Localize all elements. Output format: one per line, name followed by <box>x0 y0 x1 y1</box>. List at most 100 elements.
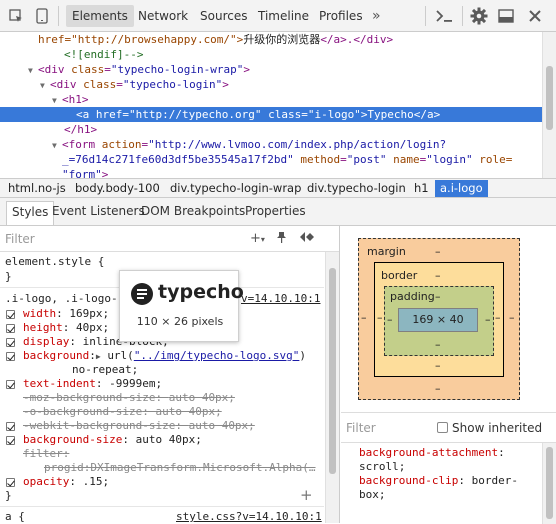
padding-right-value[interactable]: – <box>485 313 491 326</box>
margin-top-value[interactable]: – <box>435 245 441 258</box>
expand-triangle-icon[interactable]: ▼ <box>52 138 62 153</box>
breadcrumb-item-selected[interactable]: a.i-logo <box>435 180 488 197</box>
dom-node-line[interactable]: ▼ <div class="typecho-login-wrap"> <box>0 62 542 77</box>
element-state-icon[interactable] <box>299 231 315 247</box>
rule-source-link[interactable]: v=14.10.10:1 <box>241 292 320 305</box>
border-left-value[interactable]: – <box>377 311 383 324</box>
scrollbar-thumb[interactable] <box>546 66 553 130</box>
padding-label: padding <box>390 290 435 303</box>
property-checkbox[interactable] <box>6 324 15 333</box>
dom-node-line[interactable]: <![endif]--> <box>0 47 542 62</box>
new-style-rule-icon[interactable]: +▾ <box>250 231 265 246</box>
element-style-selector[interactable]: element.style { <box>5 255 104 268</box>
box-model-content-size[interactable]: 169 × 40 <box>398 308 478 332</box>
tab-event-listeners[interactable]: Event Listeners <box>52 204 145 218</box>
computed-scrollbar[interactable] <box>542 443 556 524</box>
settings-icon[interactable] <box>469 6 489 26</box>
breadcrumb-item[interactable]: div.typecho-login-wrap <box>170 181 301 196</box>
dom-tag-close: </a>.</div> <box>320 33 394 46</box>
dom-node-line[interactable]: href="http://browsehappy.com/">升级你的浏览器</… <box>0 32 542 47</box>
css-property-text-indent[interactable]: text-indent: -9999em; <box>23 377 162 390</box>
padding-top-value[interactable]: – <box>435 290 441 303</box>
margin-bottom-value[interactable]: – <box>435 382 441 395</box>
computed-value: scroll; <box>359 460 406 473</box>
css-property-opacity[interactable]: opacity: .15; <box>23 475 109 488</box>
toolbar-divider <box>425 6 426 26</box>
dom-tree-scrollbar[interactable] <box>542 32 556 178</box>
border-right-value[interactable]: – <box>495 311 501 324</box>
property-checkbox[interactable] <box>6 436 15 445</box>
property-checkbox[interactable] <box>6 338 15 347</box>
breadcrumb-item[interactable]: div.typecho-login <box>307 181 406 196</box>
property-checkbox[interactable] <box>6 478 15 487</box>
tab-dom-breakpoints[interactable]: DOM Breakpoints <box>141 204 245 218</box>
padding-bottom-value[interactable]: – <box>435 338 441 351</box>
property-checkbox[interactable] <box>6 310 15 319</box>
padding-left-value[interactable]: – <box>387 313 393 326</box>
dom-node-line[interactable]: "form"> <box>0 167 542 178</box>
dom-node-line[interactable]: ▼ <form action="http://www.lvmoo.com/inde… <box>0 137 542 152</box>
property-checkbox[interactable] <box>6 352 15 361</box>
expand-triangle-icon[interactable]: ▼ <box>40 78 50 93</box>
property-checkbox[interactable] <box>6 422 15 431</box>
add-property-button[interactable]: + <box>300 486 313 504</box>
styles-scrollbar[interactable] <box>325 252 339 523</box>
rule-selector[interactable]: .i-logo, .i-logo- <box>5 292 118 305</box>
rule-source-link[interactable]: style.css?v=14.10.10:1 <box>176 510 322 523</box>
box-model-margin[interactable]: margin – – – – border – – – – padding – … <box>358 238 520 400</box>
close-icon[interactable] <box>525 6 545 26</box>
expand-triangle-icon[interactable]: ▼ <box>28 63 38 78</box>
css-property-width[interactable]: width: 169px; <box>23 307 109 320</box>
property-checkbox[interactable] <box>6 380 15 389</box>
tab-elements[interactable]: Elements <box>66 5 134 27</box>
computed-property[interactable]: background-clip: border- <box>359 474 518 488</box>
dom-node-line-selected[interactable]: <a href="http://typecho.org" class="i-lo… <box>0 107 542 122</box>
box-model-padding[interactable]: padding – – – – 169 × 40 <box>384 286 494 356</box>
css-property-filter[interactable]: filter: <box>23 447 69 460</box>
console-drawer-icon[interactable] <box>434 6 454 26</box>
css-property-height[interactable]: height: 40px; <box>23 321 109 334</box>
tab-timeline[interactable]: Timeline <box>258 5 309 27</box>
scrollbar-thumb[interactable] <box>546 447 553 519</box>
show-inherited-checkbox[interactable] <box>437 422 448 433</box>
expand-triangle-icon[interactable]: ▼ <box>52 93 62 108</box>
rule-selector[interactable]: a { <box>5 510 25 523</box>
dom-node-line[interactable]: ▼ <h1> <box>0 92 542 107</box>
margin-right-value[interactable]: – <box>509 311 515 324</box>
breadcrumb-item[interactable]: html.no-js <box>8 181 66 196</box>
border-bottom-value[interactable]: – <box>435 359 441 372</box>
dom-node-line[interactable]: </h1> <box>0 122 542 137</box>
breadcrumb-item[interactable]: h1 <box>414 181 429 196</box>
tab-sources[interactable]: Sources <box>200 5 247 27</box>
dom-node-line[interactable]: ▼ <div class="typecho-login"> <box>0 77 542 92</box>
dom-attr-value: "post" <box>346 153 387 166</box>
margin-left-value[interactable]: – <box>361 311 367 324</box>
pin-icon[interactable] <box>276 231 287 248</box>
breadcrumb-item[interactable]: body.body-100 <box>75 181 160 196</box>
dom-attr-value: _=76d14c271fe60d3df5be35545a17f2bd" <box>62 153 294 166</box>
css-property-background-size[interactable]: background-size: auto 40px; <box>23 433 202 446</box>
dom-tag: <div <box>50 78 77 91</box>
tab-styles[interactable]: Styles <box>6 201 55 225</box>
css-property-webkit-background-size[interactable]: -webkit-background-size: auto 40px; <box>23 419 255 432</box>
border-top-value[interactable]: – <box>435 269 441 282</box>
dom-node-line[interactable]: _=76d14c271fe60d3df5be35545a17f2bd" meth… <box>0 152 542 167</box>
typecho-logo-text: typecho <box>158 281 244 303</box>
tab-profiles[interactable]: Profiles <box>319 5 363 27</box>
dom-attr-fragment: href="http://browsehappy.com/"> <box>38 33 244 46</box>
tab-network[interactable]: Network <box>138 5 188 27</box>
device-icon[interactable] <box>32 6 52 26</box>
computed-property[interactable]: background-attachment: <box>359 446 505 460</box>
computed-filter-input[interactable]: Filter <box>346 421 376 435</box>
box-model-border[interactable]: border – – – – padding – – – – 169 × 40 <box>374 262 504 377</box>
dock-icon[interactable] <box>496 6 516 26</box>
css-property-background[interactable]: background:▶ url("../img/typecho-logo.sv… <box>23 349 306 362</box>
css-property-o-background-size[interactable]: -o-background-size: auto 40px; <box>23 405 222 418</box>
more-tabs-button[interactable]: » <box>372 5 381 27</box>
inspect-icon[interactable] <box>6 6 26 26</box>
tab-properties[interactable]: Properties <box>245 204 306 218</box>
css-property-moz-background-size[interactable]: -moz-background-size: auto 40px; <box>23 391 235 404</box>
dom-tree[interactable]: href="http://browsehappy.com/">升级你的浏览器</… <box>0 32 542 178</box>
scrollbar-thumb[interactable] <box>329 268 336 474</box>
styles-filter-input[interactable]: Filter <box>5 232 35 246</box>
